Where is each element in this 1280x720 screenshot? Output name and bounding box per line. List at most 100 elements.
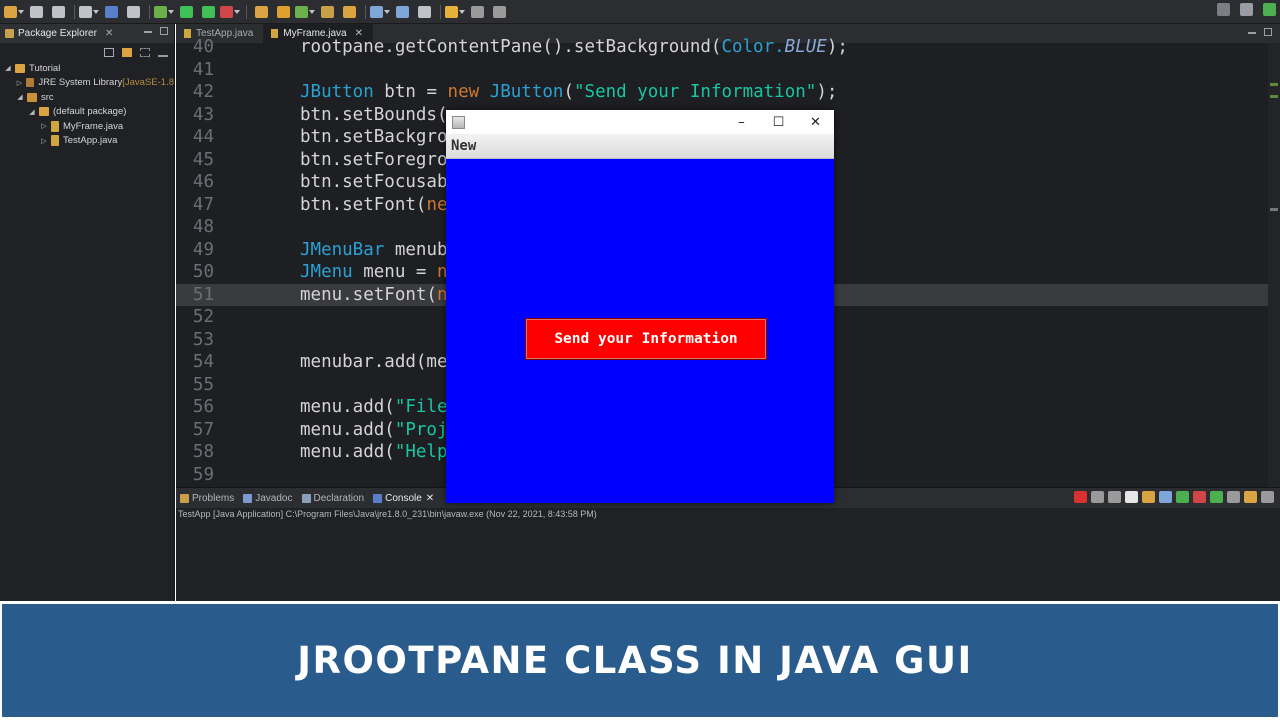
package-explorer-icon <box>5 29 14 38</box>
new-class-button[interactable] <box>295 3 315 21</box>
tree-item[interactable]: ▷ TestApp.java <box>0 134 174 149</box>
new-button[interactable] <box>4 3 24 21</box>
minimize-view-icon[interactable] <box>1248 32 1256 34</box>
show-whitespace-button[interactable] <box>414 3 434 21</box>
coverage-icon <box>201 5 215 18</box>
search-button[interactable] <box>339 3 359 21</box>
menu-new[interactable]: New <box>446 138 476 154</box>
minimize-button[interactable]: – <box>723 110 760 134</box>
line-number: 55 <box>192 374 214 395</box>
code-line: 42 JButton btn = new JButton("Send your I… <box>176 81 1268 104</box>
new-java-project-button[interactable] <box>251 3 271 21</box>
tree-item[interactable]: ◢ Tutorial <box>0 61 174 76</box>
terminate-icon[interactable] <box>1074 491 1087 503</box>
collapsed-icon[interactable]: ▷ <box>40 137 48 145</box>
external-tools-button[interactable] <box>220 3 240 21</box>
send-information-button[interactable]: Send your Information <box>525 318 767 360</box>
package-explorer-title: Package Explorer <box>18 28 97 39</box>
scroll-lock-icon[interactable] <box>1142 491 1155 503</box>
view-menu-icon[interactable] <box>158 48 168 57</box>
collapsed-icon[interactable]: ▷ <box>16 79 23 87</box>
save-button[interactable] <box>26 3 46 21</box>
toolbar-right <box>1207 3 1276 16</box>
collapse-all-icon[interactable] <box>104 47 114 57</box>
show-on-error-icon[interactable] <box>1193 491 1206 503</box>
line-number: 46 <box>192 172 214 192</box>
terminal-button[interactable] <box>101 3 121 21</box>
expanded-icon[interactable]: ◢ <box>4 64 12 72</box>
link-with-editor-icon[interactable] <box>122 47 132 57</box>
tab-problems[interactable]: Problems <box>180 493 234 504</box>
show-on-output-icon[interactable] <box>1176 491 1189 503</box>
code-token: "Help <box>394 442 448 462</box>
tree-item[interactable]: ▷ JRE System Library [JavaSE-1.8 <box>0 76 174 91</box>
banner-panel: JROOTPANE CLASS IN JAVA GUI <box>2 604 1278 717</box>
toggle-block-button[interactable] <box>392 3 412 21</box>
perspective-icon[interactable] <box>1240 3 1253 16</box>
print-button[interactable] <box>79 3 99 21</box>
maximize-button[interactable]: ☐ <box>760 110 797 134</box>
code-text: menubar.add(me <box>214 351 448 374</box>
pin-console-icon[interactable] <box>1210 491 1223 503</box>
tab-console[interactable]: Console ✕ <box>373 493 434 504</box>
tree-item-label: src <box>41 91 54 103</box>
frame-titlebar[interactable]: – ☐ ✕ <box>446 110 834 134</box>
maximize-view-icon[interactable] <box>1264 28 1272 36</box>
java-perspective-icon[interactable] <box>1263 3 1276 16</box>
link-button[interactable] <box>123 3 143 21</box>
banner-title: JROOTPANE CLASS IN JAVA GUI <box>297 639 973 682</box>
open-console-icon[interactable] <box>1244 491 1257 503</box>
remove-all-icon[interactable] <box>1108 491 1121 503</box>
toggle-block-icon <box>395 5 409 18</box>
code-token: ); <box>826 37 848 57</box>
toggle-mark-button[interactable] <box>370 3 390 21</box>
line-number: 52 <box>192 307 214 327</box>
tab-javadoc[interactable]: Javadoc <box>243 493 293 504</box>
back-button[interactable] <box>445 3 465 21</box>
editor-scrollbar[interactable] <box>1268 43 1280 487</box>
tab-declaration[interactable]: Declaration <box>301 493 364 504</box>
pin-button[interactable] <box>489 3 509 21</box>
line-number: 57 <box>192 419 214 440</box>
line-number: 53 <box>192 329 214 350</box>
code-token: menub <box>384 239 448 260</box>
maximize-view-icon[interactable] <box>160 27 168 35</box>
line-number: 58 <box>192 442 214 462</box>
remove-launch-icon[interactable] <box>1091 491 1104 503</box>
coverage-button[interactable] <box>198 3 218 21</box>
close-button[interactable]: ✕ <box>797 110 834 134</box>
collapsed-icon[interactable]: ▷ <box>40 122 48 130</box>
code-text: menu.add("File <box>214 396 448 419</box>
search-icon[interactable] <box>1217 3 1230 16</box>
expanded-icon[interactable]: ◢ <box>28 108 36 116</box>
chevron-down-icon <box>234 9 240 14</box>
save-all-button[interactable] <box>48 3 68 21</box>
close-icon[interactable]: ✕ <box>426 493 434 504</box>
line-number: 47 <box>192 194 214 215</box>
terminal-icon <box>104 5 118 18</box>
clear-console-icon[interactable] <box>1125 491 1138 503</box>
debug-button[interactable] <box>154 3 174 21</box>
tree-item[interactable]: ▷ MyFrame.java <box>0 119 174 134</box>
minimize-view-icon[interactable] <box>1261 491 1274 503</box>
tree-item[interactable]: ◢ (default package) <box>0 105 174 120</box>
code-token: ); <box>816 82 838 102</box>
expanded-icon[interactable]: ◢ <box>16 93 24 101</box>
new-package-button[interactable] <box>273 3 293 21</box>
word-wrap-icon[interactable] <box>1159 491 1172 503</box>
package-explorer-tab[interactable]: Package Explorer ✕ <box>0 24 174 43</box>
filter-icon[interactable] <box>140 47 150 57</box>
code-token: JButton <box>489 82 564 102</box>
run-button[interactable] <box>176 3 196 21</box>
search-icon <box>342 5 356 18</box>
java-cup-icon <box>452 115 465 129</box>
minimize-view-icon[interactable] <box>144 31 152 33</box>
javadoc-icon <box>243 493 253 503</box>
tree-item[interactable]: ◢ src <box>0 90 174 105</box>
close-icon[interactable]: ✕ <box>105 28 113 39</box>
open-type-button[interactable] <box>317 3 337 21</box>
forward-button[interactable] <box>467 3 487 21</box>
display-console-icon[interactable] <box>1227 491 1240 503</box>
